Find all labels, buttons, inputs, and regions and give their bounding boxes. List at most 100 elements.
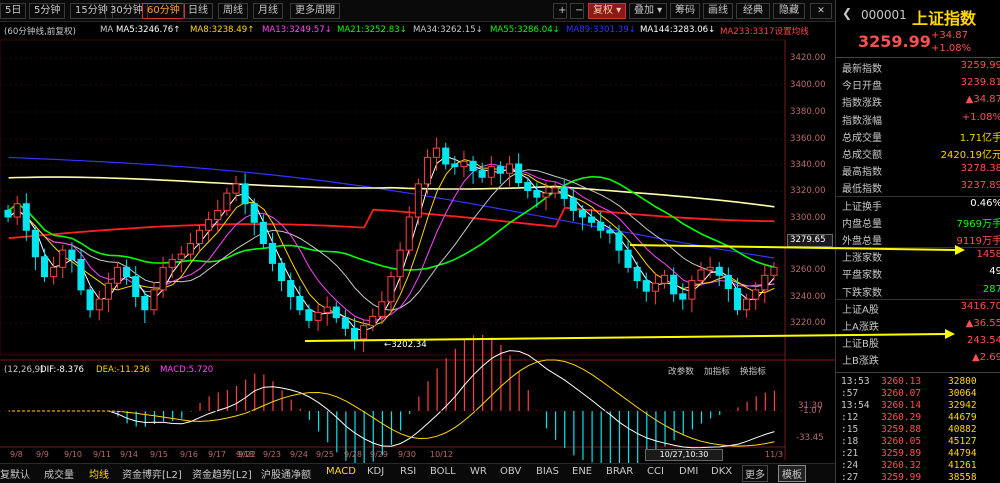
tab-rsi[interactable]: RSI — [400, 466, 416, 477]
candle-body — [113, 266, 122, 284]
stat-row: 上证换手 0.46% — [840, 198, 1000, 213]
stat-value: 3278.38 — [960, 163, 1000, 175]
candle-body — [715, 266, 723, 276]
macd-dif: DIF:-8.376 — [40, 365, 85, 375]
tick-row: :27 3259.99 38558 — [836, 472, 1000, 483]
tick-time: :21 — [841, 448, 859, 459]
stat-label: 最低指数 — [842, 184, 882, 196]
tick-volume: 44679 — [948, 412, 977, 423]
stat-value: 3237.89 — [960, 180, 1000, 192]
tab-kdj[interactable]: KDJ — [367, 466, 384, 477]
candle-body — [250, 203, 258, 223]
x-tick: 9/28 — [344, 450, 362, 459]
x-tick: 10/12 — [430, 450, 454, 459]
candle-body — [505, 163, 514, 174]
tab-fund-trend[interactable]: 资金趋势[L2] — [192, 466, 252, 481]
tab-fund-game[interactable]: 资金博弈[L2] — [122, 466, 182, 481]
tab-northbound[interactable]: 沪股通净额 — [261, 466, 311, 481]
tick-time: 13:54 — [841, 400, 870, 411]
tick-volume: 32800 — [948, 376, 977, 387]
candle-body — [697, 269, 705, 282]
tab-more[interactable]: 更多 — [742, 465, 768, 482]
tab-macd[interactable]: MACD — [326, 466, 356, 477]
stat-row: 最高指数 3278.38 — [840, 163, 1000, 178]
candle-body — [624, 249, 632, 268]
tab-dmi[interactable]: DMI — [679, 466, 698, 477]
tab-boll[interactable]: BOLL — [430, 466, 456, 477]
stock-chart-app: 5日 5分钟 15分钟 30分钟 60分钟 日线 周线 月线 更多周期 + − … — [0, 0, 1000, 483]
y-tick: 3400.00 — [790, 80, 826, 90]
stat-label: 最新指数 — [842, 64, 882, 75]
tab-obv[interactable]: OBV — [500, 466, 521, 477]
x-tick: 9/17 — [208, 450, 226, 459]
tab-template[interactable]: 模板 — [778, 465, 806, 482]
stat-label: 上证B股 — [842, 339, 879, 351]
low-price-value: 3202.34 — [391, 340, 427, 350]
stat-value: 2420.19亿元 — [940, 150, 1000, 161]
x-tick: 9/29 — [370, 450, 388, 459]
ma233-line — [8, 206, 775, 240]
tick-time: :57 — [841, 388, 859, 399]
candle-body — [414, 183, 422, 218]
x-tick: 9/9 — [36, 450, 49, 459]
tab-dkx[interactable]: DKX — [711, 466, 732, 477]
x-tick: 9/24 — [290, 450, 308, 459]
stat-label: 内盘总量 — [842, 218, 882, 230]
stat-row: 今日开盘 3239.81 — [840, 77, 1000, 92]
tab-ma[interactable]: 均线 — [89, 466, 109, 481]
x-tick: 11/3 — [765, 450, 783, 459]
candle-body — [743, 298, 751, 311]
tab-cci[interactable]: CCI — [647, 466, 664, 477]
stat-label: 指数涨跌 — [842, 98, 882, 110]
candle-body — [341, 317, 349, 329]
candle-body — [350, 327, 359, 340]
stat-label: 今日开盘 — [842, 81, 882, 93]
candle-body — [551, 187, 559, 194]
tab-volume[interactable]: 成交量 — [44, 466, 74, 481]
low-price-marker: ←3202.34 — [384, 340, 427, 350]
tab-ene[interactable]: ENE — [572, 466, 592, 477]
candle-body — [214, 209, 222, 221]
x-tick: 9/22 — [238, 450, 256, 459]
x-tick: 9/23 — [263, 450, 281, 459]
candle-body — [487, 166, 495, 178]
tick-price: 3260.32 — [881, 460, 922, 471]
candle-body — [195, 229, 204, 244]
add-indicator-button[interactable]: 加指标 — [704, 365, 730, 377]
panel-divider — [836, 372, 1000, 373]
tick-price: 3260.14 — [881, 400, 922, 411]
stat-value: ▲36.55 — [965, 318, 1000, 329]
candle-body — [4, 209, 12, 218]
switch-indicator-button[interactable]: 换指标 — [740, 365, 766, 377]
edit-params-button[interactable]: 改参数 — [668, 365, 694, 377]
back-arrow-icon[interactable]: ❮ — [842, 6, 852, 20]
tab-wr[interactable]: WR — [470, 466, 487, 477]
candle-body — [13, 203, 21, 218]
tab-brar[interactable]: BRAR — [606, 466, 633, 477]
tab-bias[interactable]: BIAS — [536, 466, 559, 477]
stat-label: 最高指数 — [842, 167, 882, 179]
price-chart[interactable] — [0, 0, 835, 463]
tab-default[interactable]: 复默认 — [0, 466, 30, 481]
candle-body — [296, 296, 304, 311]
y-tick: 3260.00 — [790, 265, 826, 275]
candle-body — [241, 183, 249, 205]
candle-body — [31, 229, 39, 258]
candle-body — [569, 197, 577, 211]
candle-body — [123, 266, 131, 278]
stat-row: 最新指数 3259.99 — [840, 60, 1000, 75]
candle-body — [633, 266, 641, 282]
indicator-tabs: 复默认 成交量 均线 资金博弈[L2] 资金趋势[L2] 沪股通净额 MACD … — [0, 463, 835, 483]
stat-row: 上证A股 3416.70 — [840, 301, 1000, 316]
x-tick: 9/15 — [150, 450, 168, 459]
tick-price: 3260.05 — [881, 436, 922, 447]
candle-body — [724, 274, 732, 290]
candle-body — [679, 293, 687, 300]
stat-value: ▲34.87 — [965, 94, 1000, 106]
stat-value: ▲2.69 — [972, 352, 1000, 364]
x-tick: 9/16 — [180, 450, 198, 459]
tick-time: :12 — [841, 412, 859, 423]
crosshair-time: 10/27,10:30 — [645, 449, 723, 461]
stat-label: 上证换手 — [842, 201, 882, 213]
candle-body — [469, 160, 477, 172]
